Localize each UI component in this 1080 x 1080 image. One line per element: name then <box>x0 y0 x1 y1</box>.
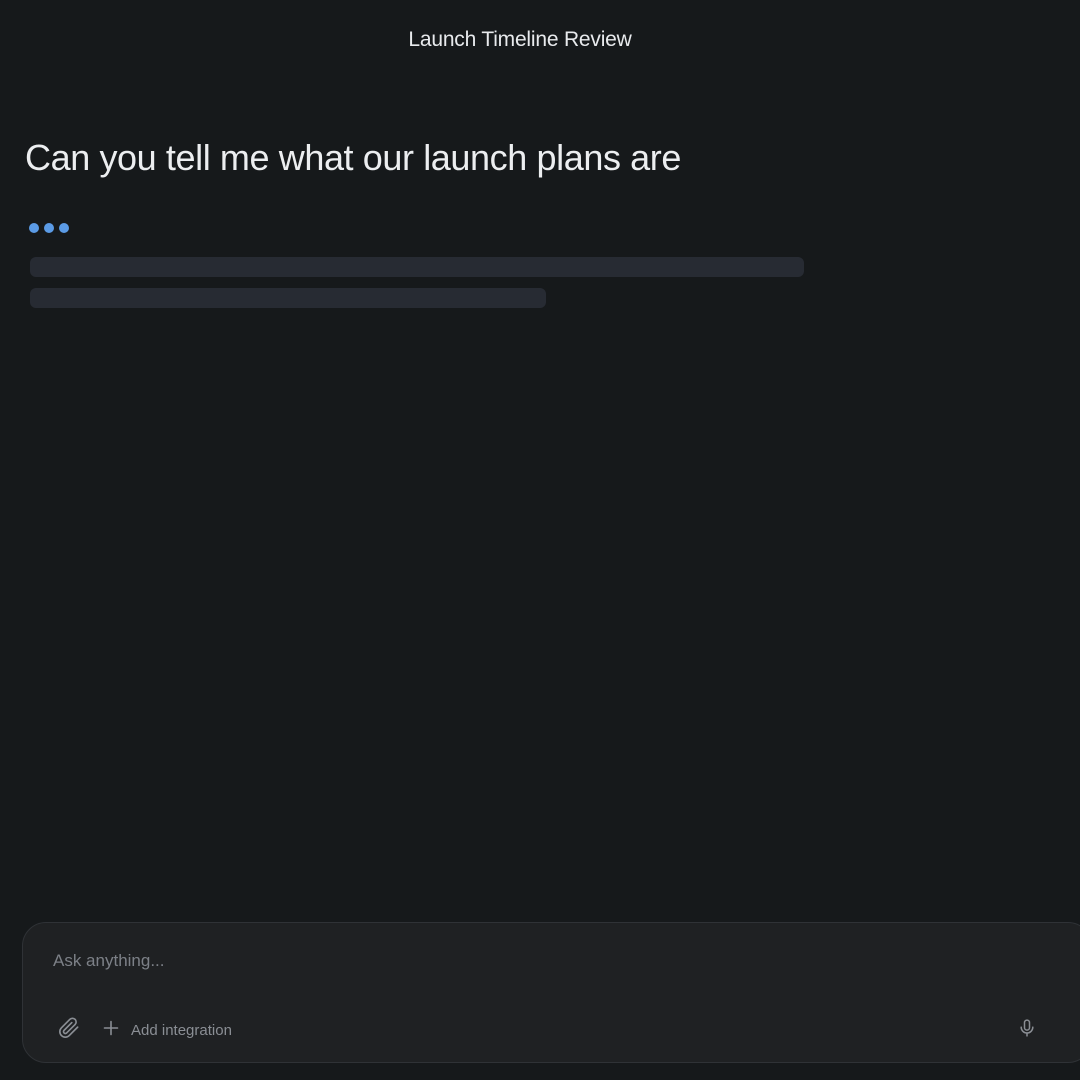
typing-dot <box>29 223 39 233</box>
chat-page: Launch Timeline Review Can you tell me w… <box>0 0 1080 1080</box>
microphone-button[interactable] <box>1015 1018 1039 1042</box>
attach-button[interactable] <box>57 1016 81 1044</box>
typing-indicator <box>29 223 69 233</box>
message-input[interactable] <box>53 947 953 975</box>
add-integration-label: Add integration <box>131 1021 232 1039</box>
add-integration-button[interactable]: Add integration <box>103 1018 232 1042</box>
paperclip-icon <box>58 1016 80 1044</box>
microphone-icon <box>1017 1018 1037 1043</box>
conversation-title: Launch Timeline Review <box>408 28 632 51</box>
plus-icon <box>103 1020 119 1040</box>
typing-dot <box>44 223 54 233</box>
typing-dot <box>59 223 69 233</box>
message-composer: Add integration <box>22 922 1080 1063</box>
response-skeleton-line <box>30 257 804 277</box>
response-skeleton-line <box>30 288 546 308</box>
user-message: Can you tell me what our launch plans ar… <box>25 137 681 178</box>
